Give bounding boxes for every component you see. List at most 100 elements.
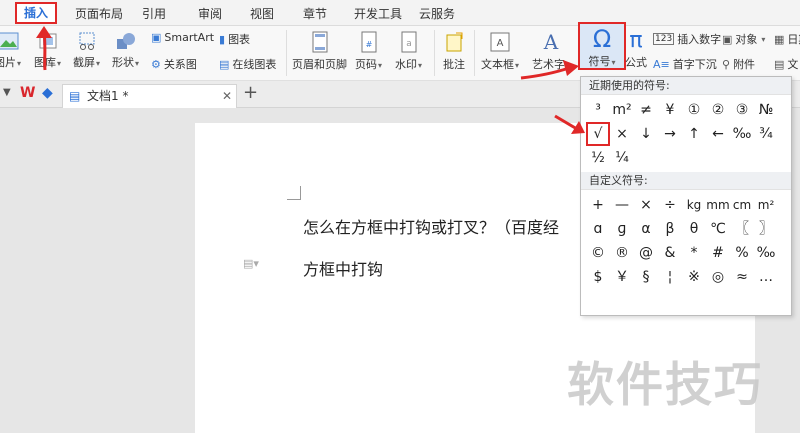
symbol-cell[interactable]: ↓ bbox=[634, 122, 658, 146]
symbol-cell[interactable]: ↑ bbox=[682, 122, 706, 146]
screenshot-button[interactable]: 截屏▾ bbox=[73, 31, 100, 70]
symbol-cell[interactable]: $ bbox=[586, 265, 610, 289]
dropcap-button[interactable]: A≡ 首字下沉 bbox=[653, 56, 717, 72]
symbol-cell[interactable]: × bbox=[634, 193, 658, 217]
symbol-cell[interactable]: ③ bbox=[730, 98, 754, 122]
textbox-button[interactable]: A 文本框▾ bbox=[481, 31, 519, 72]
symbol-cell[interactable]: ¦ bbox=[658, 265, 682, 289]
symbol-cell[interactable]: ※ bbox=[682, 265, 706, 289]
symbol-cell[interactable]: ‰ bbox=[730, 122, 754, 146]
symbol-cell[interactable]: … bbox=[754, 265, 778, 289]
symbol-cell[interactable]: α bbox=[634, 217, 658, 241]
watermark-button[interactable]: a 水印▾ bbox=[395, 31, 422, 72]
tab-view[interactable]: 视图 bbox=[250, 5, 274, 22]
symbol-cell[interactable]: ◎ bbox=[706, 265, 730, 289]
symbol-cell[interactable]: cm bbox=[730, 193, 754, 217]
comment-button[interactable]: 批注 bbox=[443, 31, 465, 72]
tab-review[interactable]: 审阅 bbox=[198, 5, 222, 22]
symbol-cell[interactable]: ¼ bbox=[610, 146, 634, 170]
gallery-button[interactable]: 图库▾ bbox=[34, 31, 61, 70]
symbol-cell[interactable]: ② bbox=[706, 98, 730, 122]
object-icon: ▣ bbox=[722, 32, 733, 46]
object-label: 对象 bbox=[735, 33, 758, 46]
chart-icon: ▮ bbox=[219, 32, 226, 46]
page-number-label: 页码 bbox=[355, 58, 377, 71]
symbol-cell[interactable]: ≠ bbox=[634, 98, 658, 122]
symbol-cell[interactable]: + bbox=[586, 193, 610, 217]
tab-page-layout[interactable]: 页面布局 bbox=[75, 5, 123, 22]
symbol-cell[interactable]: m² bbox=[610, 98, 634, 122]
symbol-cell[interactable]: * bbox=[682, 241, 706, 265]
checkmark-symbol-cell[interactable]: √ bbox=[586, 122, 610, 146]
shapes-button[interactable]: 形状▾ bbox=[112, 31, 139, 70]
symbol-cell[interactable]: © bbox=[586, 241, 610, 265]
symbol-cell[interactable]: m² bbox=[754, 193, 778, 217]
recent-symbols-label: 近期使用的符号: bbox=[581, 77, 791, 95]
symbol-cell[interactable]: @ bbox=[634, 241, 658, 265]
wps-logo-icon[interactable]: W bbox=[20, 85, 35, 101]
symbol-cell[interactable]: ½ bbox=[586, 146, 610, 170]
page-number-button[interactable]: # 页码▾ bbox=[355, 31, 382, 72]
symbol-cell[interactable]: ³ bbox=[586, 98, 610, 122]
header-footer-button[interactable]: 页眉和页脚 bbox=[292, 31, 347, 72]
symbol-cell[interactable]: ‰ bbox=[754, 241, 778, 265]
symbol-cell[interactable]: # bbox=[706, 241, 730, 265]
symbol-cell[interactable]: 〗 bbox=[754, 217, 778, 241]
paragraph-handle-icon[interactable]: ▤▾ bbox=[243, 257, 259, 270]
object-button[interactable]: ▣ 对象 ▾ bbox=[722, 31, 765, 47]
formula-button[interactable]: π 公式 bbox=[625, 30, 647, 70]
symbol-cell[interactable]: 〖 bbox=[730, 217, 754, 241]
comment-label: 批注 bbox=[443, 58, 465, 71]
tab-references[interactable]: 引用 bbox=[142, 5, 166, 22]
smartart-button[interactable]: ▣ SmartArt bbox=[151, 31, 214, 44]
symbol-cell[interactable]: ¥ bbox=[658, 98, 682, 122]
symbol-cell[interactable]: & bbox=[658, 241, 682, 265]
text-more-button[interactable]: ▤ 文 bbox=[774, 56, 798, 72]
textbox-label: 文本框 bbox=[481, 58, 514, 71]
symbol-cell[interactable]: θ bbox=[682, 217, 706, 241]
symbol-cell[interactable]: — bbox=[610, 193, 634, 217]
symbol-cell[interactable]: ≈ bbox=[730, 265, 754, 289]
symbol-cell[interactable]: × bbox=[610, 122, 634, 146]
symbol-cell[interactable]: ¾ bbox=[754, 122, 778, 146]
chart-button[interactable]: ▮ 图表 bbox=[219, 31, 250, 47]
date-button[interactable]: ▦日期 bbox=[774, 31, 800, 47]
symbol-cell[interactable]: ① bbox=[682, 98, 706, 122]
symbol-button[interactable]: Ω 符号▾ bbox=[578, 22, 626, 70]
symbol-cell[interactable]: ￥ bbox=[610, 265, 634, 289]
close-tab-icon[interactable]: ✕ bbox=[222, 85, 232, 107]
document-tab[interactable]: ▤ 文档1 * ✕ bbox=[62, 84, 237, 108]
tab-developer[interactable]: 开发工具 bbox=[354, 5, 402, 22]
symbol-cell[interactable]: № bbox=[754, 98, 778, 122]
attachment-button[interactable]: ⚲ 附件 bbox=[722, 56, 755, 72]
picture-button[interactable]: 图片▾ bbox=[0, 31, 21, 70]
online-chart-button[interactable]: ▤ 在线图表 bbox=[219, 56, 276, 72]
cube-icon[interactable]: ◆ bbox=[42, 85, 53, 101]
symbol-cell[interactable]: ɡ bbox=[610, 217, 634, 241]
symbol-cell[interactable]: β bbox=[658, 217, 682, 241]
smartart-icon: ▣ bbox=[151, 31, 162, 44]
symbol-cell[interactable]: ← bbox=[706, 122, 730, 146]
symbol-cell[interactable]: kg bbox=[682, 193, 706, 217]
symbol-cell[interactable]: mm bbox=[706, 193, 730, 217]
symbol-cell[interactable]: ® bbox=[610, 241, 634, 265]
wordart-button[interactable]: A 艺术字▾ bbox=[532, 31, 570, 72]
tab-cloud[interactable]: 云服务 bbox=[419, 5, 455, 22]
symbol-cell[interactable]: § bbox=[634, 265, 658, 289]
insert-number-button[interactable]: 123 插入数字 bbox=[653, 31, 721, 47]
custom-symbols-label: 自定义符号: bbox=[581, 172, 791, 190]
symbol-cell[interactable]: ℃ bbox=[706, 217, 730, 241]
textbox-icon: A bbox=[490, 32, 510, 52]
symbol-cell[interactable]: % bbox=[730, 241, 754, 265]
relation-button[interactable]: ⚙ 关系图 bbox=[151, 56, 197, 72]
symbol-cell[interactable]: → bbox=[658, 122, 682, 146]
svg-text:#: # bbox=[365, 40, 372, 49]
symbol-label: 符号 bbox=[588, 55, 611, 68]
tab-section[interactable]: 章节 bbox=[303, 5, 327, 22]
new-tab-icon[interactable]: + bbox=[243, 82, 258, 103]
dropdown-arrow-icon[interactable]: ▼ bbox=[3, 87, 11, 98]
symbol-cell[interactable]: ɑ bbox=[586, 217, 610, 241]
tab-insert[interactable]: 插入 bbox=[15, 2, 57, 24]
symbol-cell[interactable]: ÷ bbox=[658, 193, 682, 217]
symbol-dropdown: 近期使用的符号: ³ m² ≠ ¥ ① ② ③ № √ × ↓ → ↑ ← ‰ … bbox=[580, 76, 792, 316]
